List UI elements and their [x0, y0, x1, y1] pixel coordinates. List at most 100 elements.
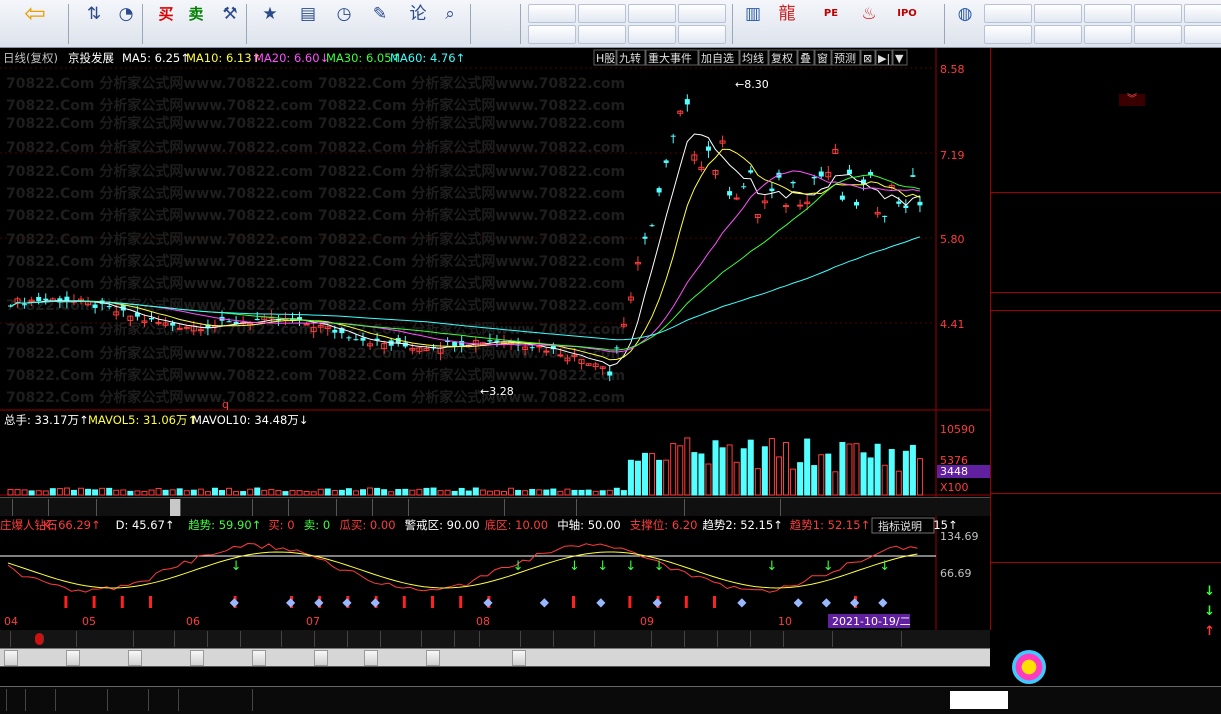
nav-button[interactable] [528, 25, 576, 44]
indicator-tab[interactable] [273, 631, 282, 647]
indicator-tab[interactable] [586, 631, 595, 647]
news-tab[interactable] [4, 650, 18, 666]
toolbar-f10-button[interactable]: ▤ [290, 2, 326, 46]
indicator-value: K: 66.29↑ [43, 518, 101, 532]
indicator-tab[interactable] [166, 631, 175, 647]
status-button[interactable] [142, 689, 149, 711]
news-tab-bar [0, 648, 990, 666]
market-nav-button[interactable] [1184, 4, 1221, 23]
news-tab[interactable] [66, 650, 80, 666]
collapse-icon[interactable]: ︾ [1119, 94, 1145, 106]
status-button[interactable] [172, 689, 179, 711]
toolbar-hammer-button[interactable]: ⚒ [212, 2, 248, 46]
status-button[interactable] [49, 689, 56, 711]
magnifier-icon: ⌕ [445, 4, 455, 24]
vol-tab[interactable] [770, 499, 781, 516]
toolbar-globe-button[interactable]: ◍ [946, 2, 984, 46]
kline-chart-area[interactable]: 70822.Com 分析家公式网www.70822.com 70822.Com … [0, 48, 990, 630]
vol-tab[interactable] [242, 499, 253, 516]
vol-tab[interactable] [398, 499, 409, 516]
vol-tab[interactable] [86, 499, 97, 516]
market-nav-button[interactable] [1084, 4, 1132, 23]
vol-tab[interactable] [362, 499, 373, 516]
toolbar-pencil-button[interactable]: ✎ [362, 2, 398, 46]
indicator-tab[interactable] [775, 631, 784, 647]
market-nav-button[interactable] [1134, 25, 1182, 44]
toolbar-hot-button[interactable]: ♨ [850, 2, 888, 46]
vol-tab[interactable] [2, 499, 13, 516]
vol-tab[interactable] [326, 499, 337, 516]
indicator-tab[interactable] [709, 631, 718, 647]
news-tab[interactable] [252, 650, 266, 666]
news-tab[interactable] [190, 650, 204, 666]
indicator-tab[interactable] [372, 631, 381, 647]
news-tab[interactable] [128, 650, 142, 666]
back-button[interactable]: ⇦ [4, 1, 66, 46]
indicator-tab[interactable] [676, 631, 685, 647]
toolbar-chart-button[interactable]: ▥ [734, 2, 772, 46]
toolbar-ipo-button[interactable]: IPO [888, 2, 926, 46]
vol-tab[interactable] [278, 499, 289, 516]
indicator-tab[interactable] [125, 631, 134, 647]
status-button[interactable] [101, 689, 108, 711]
indicator-tab[interactable] [893, 631, 902, 647]
volume-bar [219, 490, 225, 496]
toolbar-sell-button[interactable]: 卖 [178, 2, 214, 46]
nav-button[interactable] [578, 25, 626, 44]
indicator-tab[interactable] [306, 631, 315, 647]
status-button[interactable] [246, 689, 253, 711]
toolbar-star-button[interactable]: ★ [252, 2, 288, 46]
vol-tab[interactable] [38, 499, 49, 516]
market-nav-button[interactable] [1134, 4, 1182, 23]
toolbar-dragon-button[interactable]: 龍 [768, 2, 806, 46]
vol-tab[interactable] [566, 499, 577, 516]
indicator-tab[interactable] [232, 631, 241, 647]
news-tab[interactable] [364, 650, 378, 666]
toolbar-arrow-updown-button[interactable]: ⇅ [76, 2, 112, 46]
nav-button[interactable] [528, 4, 576, 23]
new-badge[interactable] [35, 633, 44, 645]
market-nav-button[interactable] [984, 25, 1032, 44]
indicator-tab[interactable] [545, 631, 554, 647]
volume-bar [324, 488, 331, 496]
indicator-tab[interactable] [199, 631, 208, 647]
status-button[interactable] [0, 689, 7, 711]
code-search-box[interactable] [950, 691, 1008, 709]
news-tab[interactable] [314, 650, 328, 666]
market-nav-button[interactable] [984, 4, 1032, 23]
indicator-tab[interactable] [824, 631, 833, 647]
indicator-tab[interactable] [68, 631, 77, 647]
toolbar-speed-button[interactable]: ◔ [108, 2, 144, 46]
indicator-tab[interactable] [742, 631, 751, 647]
toolbar-magnifier-button[interactable]: ⌕ [432, 2, 468, 46]
status-button[interactable] [19, 689, 26, 711]
indicator-tab[interactable] [512, 631, 521, 647]
market-nav-button[interactable] [1034, 25, 1082, 44]
vol-tab[interactable] [170, 499, 181, 516]
news-tab[interactable] [426, 650, 440, 666]
indicator-tab[interactable] [643, 631, 652, 647]
diamond-icon: ◆ [314, 595, 324, 609]
indicator-tab[interactable] [2, 631, 11, 647]
nav-button[interactable] [678, 25, 726, 44]
market-nav-button[interactable] [1084, 25, 1132, 44]
nav-button[interactable] [578, 4, 626, 23]
vol-header-mavol5: MAVOL5: 31.06万↑ [88, 413, 197, 427]
indicator-tab[interactable] [413, 631, 422, 647]
toolbar-forum-button[interactable]: 论 [400, 2, 436, 46]
indicator-value: 支撑位: 6.20 [630, 518, 698, 532]
nav-button[interactable] [628, 4, 676, 23]
vol-tab[interactable] [674, 499, 685, 516]
indicator-tab[interactable] [339, 631, 348, 647]
market-nav-button[interactable] [1184, 25, 1221, 44]
nav-button[interactable] [678, 4, 726, 23]
nav-button[interactable] [628, 25, 676, 44]
star-icon: ★ [262, 4, 278, 24]
market-nav-button[interactable] [1034, 4, 1082, 23]
news-tab[interactable] [512, 650, 526, 666]
indicator-tab[interactable] [446, 631, 455, 647]
toolbar-pe-button[interactable]: PE [812, 2, 850, 46]
vol-tab[interactable] [494, 499, 505, 516]
indicator-tab[interactable] [471, 631, 480, 647]
toolbar-clock-button[interactable]: ◷ [326, 2, 362, 46]
